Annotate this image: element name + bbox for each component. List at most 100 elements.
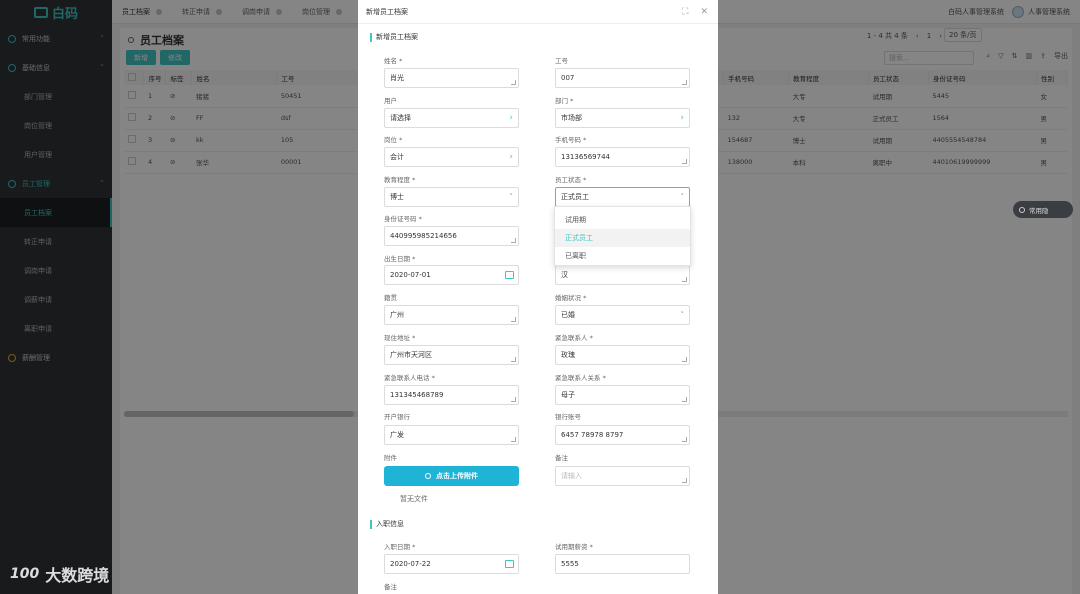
idcard-field[interactable]: 440995985214656	[384, 226, 519, 246]
close-icon[interactable]: ✕	[700, 7, 708, 17]
watermark: 100 大数跨境	[10, 562, 109, 586]
status-option[interactable]: 试用期	[555, 211, 690, 229]
address-field[interactable]: 广州市天河区	[384, 345, 519, 365]
remark-field[interactable]: 请输入	[555, 466, 690, 486]
chevron-right-icon: ›	[509, 113, 513, 123]
calendar-icon[interactable]	[505, 271, 514, 279]
emergency-label: 紧急联系人 *	[555, 334, 593, 342]
status-option[interactable]: 已离职	[555, 247, 690, 265]
emp-no-field[interactable]: 007	[555, 68, 690, 88]
section-entry: 入职信息	[370, 519, 404, 529]
emergency-phone-value: 131345468789	[390, 391, 444, 399]
nation-value: 汉	[561, 271, 568, 279]
birth-date-picker[interactable]: 2020-07-01	[384, 265, 519, 285]
section-title: 入职信息	[376, 520, 404, 528]
resize-handle-icon[interactable]	[511, 238, 516, 243]
name-field[interactable]: 肖光	[384, 68, 519, 88]
bank-field[interactable]: 广发	[384, 425, 519, 445]
mobile-value: 13136569744	[561, 153, 610, 161]
float-tag-label: 常用隐	[1029, 206, 1049, 215]
resize-handle-icon[interactable]	[682, 80, 687, 85]
post-select[interactable]: 会计 ›	[384, 147, 519, 167]
chevron-up-icon: ˄	[680, 193, 685, 201]
user-value: 请选择	[390, 114, 411, 122]
section-bar	[370, 519, 372, 529]
section-bar	[370, 32, 372, 42]
resize-handle-icon[interactable]	[682, 437, 687, 442]
resize-handle-icon[interactable]	[511, 437, 516, 442]
dialog-header: 新增员工档案 ⛶ ✕	[358, 0, 718, 24]
remark-label: 备注	[555, 454, 568, 462]
user-label: 用户	[384, 97, 397, 105]
marital-value: 已婚	[561, 311, 575, 319]
trial-salary-field[interactable]: 5555	[555, 554, 690, 574]
upload-button[interactable]: 点击上传附件	[384, 466, 519, 486]
edu-select[interactable]: 博士 ˅	[384, 187, 519, 207]
upload-label: 点击上传附件	[436, 472, 478, 480]
entry-date-picker[interactable]: 2020-07-22	[384, 554, 519, 574]
post-label: 岗位 *	[384, 136, 403, 144]
dept-value: 市场部	[561, 114, 582, 122]
dept-select[interactable]: 市场部 ›	[555, 108, 690, 128]
resize-handle-icon[interactable]	[511, 357, 516, 362]
status-option[interactable]: 正式员工	[555, 229, 690, 247]
birth-label: 出生日期 *	[384, 255, 416, 263]
bank-no-field[interactable]: 6457 78978 8797	[555, 425, 690, 445]
emergency-rel-field[interactable]: 母子	[555, 385, 690, 405]
user-select[interactable]: 请选择 ›	[384, 108, 519, 128]
native-value: 广州	[390, 311, 404, 319]
edu-value: 博士	[390, 193, 404, 201]
section-title: 新增员工档案	[376, 33, 418, 41]
upload-icon	[425, 473, 431, 479]
name-value: 肖光	[390, 74, 404, 82]
native-label: 籍贯	[384, 294, 397, 302]
fullscreen-icon[interactable]: ⛶	[682, 7, 688, 17]
remark2-label: 备注	[384, 583, 397, 591]
resize-handle-icon[interactable]	[682, 397, 687, 402]
resize-handle-icon[interactable]	[511, 317, 516, 322]
chevron-down-icon: ˅	[509, 193, 514, 201]
float-tag[interactable]: 常用隐	[1013, 201, 1073, 218]
chevron-right-icon: ›	[680, 113, 684, 123]
resize-handle-icon[interactable]	[511, 80, 516, 85]
dialog-title: 新增员工档案	[366, 7, 408, 16]
status-select[interactable]: 正式员工 ˄	[555, 187, 690, 207]
app-root: 白码 常用功能 ˅ 基础信息 ˄ 部门管理 岗位管理 用户管理 员工管理 ˄ 员…	[0, 0, 1080, 594]
marital-select[interactable]: 已婚 ˅	[555, 305, 690, 325]
entry-date-value: 2020-07-22	[390, 560, 431, 568]
idcard-label: 身份证号码 *	[384, 215, 422, 223]
bank-no-value: 6457 78978 8797	[561, 431, 624, 439]
dept-label: 部门 *	[555, 97, 574, 105]
status-label: 员工状态 *	[555, 176, 587, 184]
edu-label: 教育程度 *	[384, 176, 416, 184]
birth-value: 2020-07-01	[390, 271, 431, 279]
bank-no-label: 银行账号	[555, 413, 581, 421]
resize-handle-icon[interactable]	[511, 397, 516, 402]
emergency-phone-label: 紧急联系人电话 *	[384, 374, 435, 382]
resize-handle-icon[interactable]	[682, 357, 687, 362]
emp-no-value: 007	[561, 74, 575, 82]
native-field[interactable]: 广州	[384, 305, 519, 325]
dialog-actions: ⛶ ✕	[682, 7, 718, 17]
status-dropdown: 试用期 正式员工 已离职	[554, 206, 691, 266]
nation-field[interactable]: 汉	[555, 265, 690, 285]
mobile-label: 手机号码 *	[555, 136, 587, 144]
chevron-down-icon: ˅	[680, 311, 685, 319]
remark-placeholder: 请输入	[561, 472, 582, 480]
emergency-phone-field[interactable]: 131345468789	[384, 385, 519, 405]
mobile-field[interactable]: 13136569744	[555, 147, 690, 167]
resize-handle-icon[interactable]	[682, 478, 687, 483]
status-value: 正式员工	[561, 193, 589, 201]
emergency-rel-label: 紧急联系人关系 *	[555, 374, 606, 382]
resize-handle-icon[interactable]	[682, 277, 687, 282]
address-label: 现住地址 *	[384, 334, 416, 342]
section-basic: 新增员工档案	[370, 32, 418, 42]
attachment-label: 附件	[384, 454, 397, 462]
trial-salary-value: 5555	[561, 560, 579, 568]
emergency-field[interactable]: 玫瑰	[555, 345, 690, 365]
trial-salary-label: 试用期薪资 *	[555, 543, 593, 551]
resize-handle-icon[interactable]	[682, 159, 687, 164]
idcard-value: 440995985214656	[390, 232, 457, 240]
calendar-icon[interactable]	[505, 560, 514, 568]
watermark-logo: 100	[10, 566, 40, 582]
